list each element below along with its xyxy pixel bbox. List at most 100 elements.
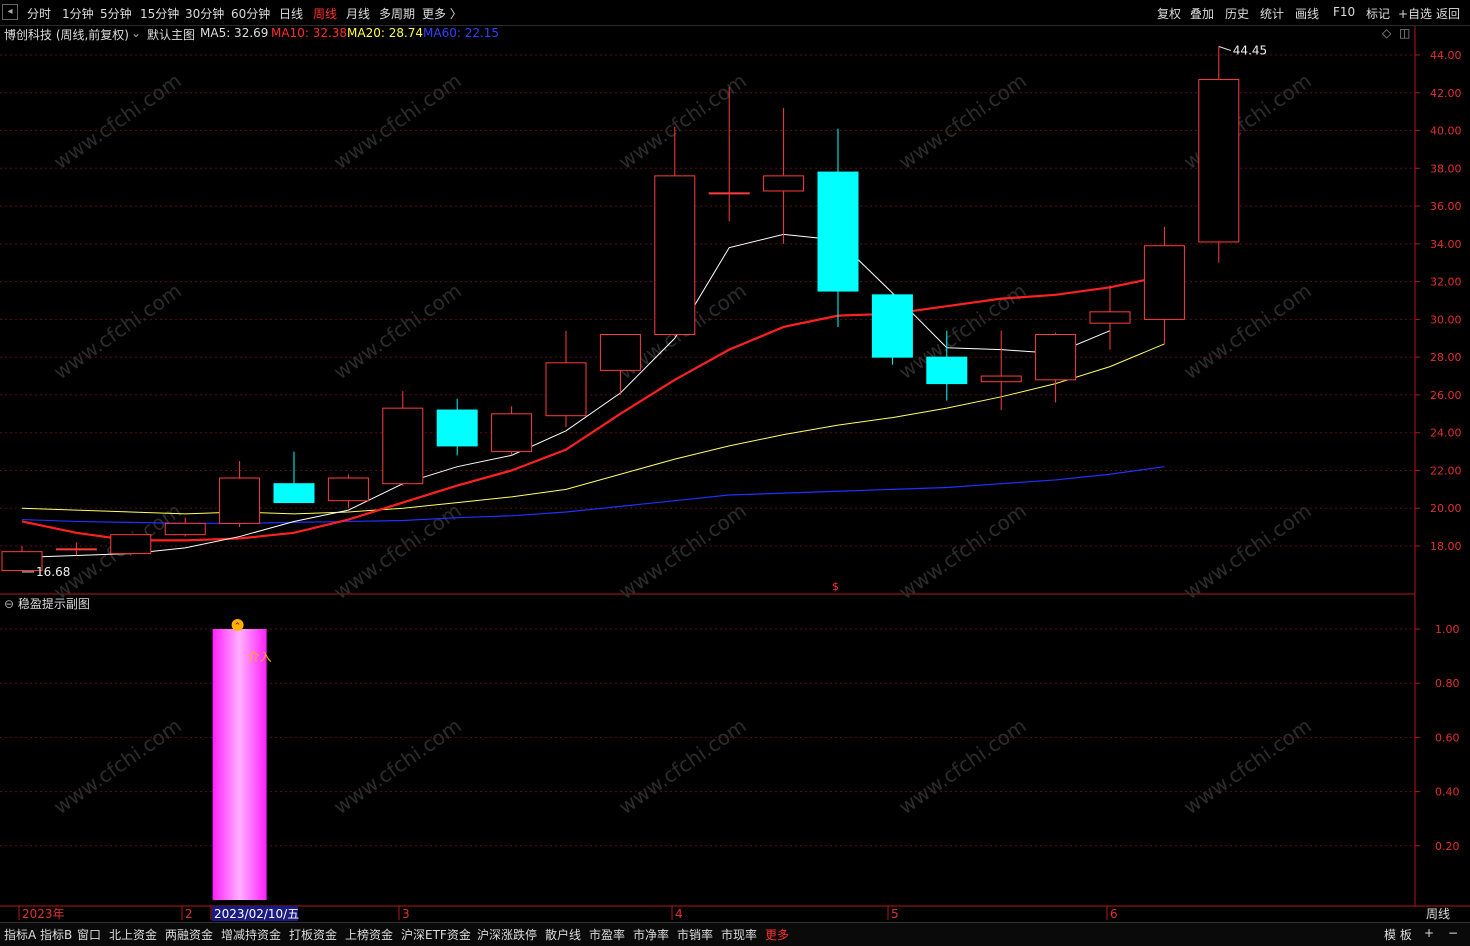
indicator-tab-7[interactable]: 上榜资金 [345,926,393,943]
bottom-indicator-bar: 指标A 指标B 窗口 北上资金 两融资金 增减持资金 打板资金 上榜资金 沪深ETF资金 沪深涨跌… [0,922,1470,946]
chart-area[interactable]: www.cfchi.com www.cfchi.com www.cfchi.com w… [0,0,1470,945]
watermark-text: www.cfchi.com [329,68,466,174]
low-price-label: 16.68 [36,565,70,579]
candle-body [817,171,859,292]
watermark-text: www.cfchi.com [894,713,1031,819]
x-tick-label: 2 [185,907,193,921]
indicator-tab-11[interactable]: 市盈率 [589,926,625,943]
candle-body [164,522,206,536]
subchart-title-row: ⊖ 稳盈提示副图 [4,595,90,612]
signal-marker-glyph: ⌃ [234,622,242,632]
indicator-tab-13[interactable]: 市销率 [677,926,713,943]
candle-body [871,294,913,358]
watermark-text: www.cfchi.com [329,713,466,819]
sub-y-tick-label: 0.20 [1435,840,1460,853]
signal-bar [212,629,267,900]
high-pointer [1218,46,1231,51]
indicator-tab-1[interactable]: 指标B [40,926,72,943]
candle-body [55,548,97,551]
y-tick-label: 28.00 [1430,351,1462,364]
candle-body [110,534,152,555]
candle-body [436,409,478,447]
y-tick-label: 32.00 [1430,276,1462,289]
y-tick-label: 18.00 [1430,540,1462,553]
watermark-text: www.cfchi.com [614,713,751,819]
bottom-control-1[interactable]: + [1424,926,1434,940]
indicator-tab-0[interactable]: 指标A [4,926,36,943]
indicator-tab-8[interactable]: 沪深ETF资金 [401,926,471,943]
bottom-control-2[interactable]: − [1448,926,1458,940]
candle-body [1089,311,1131,324]
y-tick-label: 42.00 [1430,87,1462,100]
y-tick-label: 24.00 [1430,427,1462,440]
y-tick-label: 40.00 [1430,125,1462,138]
watermark-text: www.cfchi.com [894,498,1031,604]
candle-body [219,477,261,524]
subchart-title: 稳盈提示副图 [17,597,90,611]
candle [55,542,97,556]
candle [1035,332,1077,403]
candle [763,107,805,244]
candle-body [545,362,587,417]
x-tick-label: 5 [891,907,899,921]
indicator-tab-5[interactable]: 增减持资金 [221,926,281,943]
x-tick-label: 2023年 [22,907,65,921]
high-price-label: 44.45 [1233,44,1267,58]
y-tick-label: 44.00 [1430,49,1462,62]
y-tick-label: 20.00 [1430,502,1462,515]
indicator-tab-6[interactable]: 打板资金 [289,926,337,943]
candle-body [1143,245,1185,320]
candle-body [1035,333,1077,381]
indicator-tab-10[interactable]: 散户线 [545,926,581,943]
candle-body [491,413,533,453]
signal-label: 介入 [248,650,272,664]
indicator-tab-4[interactable]: 两融资金 [165,926,213,943]
watermark-text: www.cfchi.com [49,278,186,384]
sub-y-tick-label: 0.60 [1435,731,1460,744]
watermark-text: www.cfchi.com [49,713,186,819]
candle-body [763,175,805,192]
y-tick-label: 36.00 [1430,200,1462,213]
watermark-text: www.cfchi.com [329,278,466,384]
candle [654,126,696,337]
candle [817,128,859,327]
x-tick-label: 6 [1110,907,1118,921]
candle [1198,46,1240,263]
watermark-text: www.cfchi.com [614,498,751,604]
candle [110,534,152,556]
candle-body [273,483,315,504]
candle-body [382,407,424,485]
indicator-tab-3[interactable]: 北上资金 [109,926,157,943]
candle [436,398,478,456]
watermark-text: www.cfchi.com [614,68,751,174]
x-tick-label: 4 [675,907,683,921]
indicator-tab-9[interactable]: 沪深涨跌停 [477,926,537,943]
y-tick-label: 34.00 [1430,238,1462,251]
candle [599,333,641,395]
candle [273,451,315,504]
indicator-tab-14[interactable]: 市现率 [721,926,757,943]
candle-body [926,356,968,385]
event-marker-icon: $ [832,580,839,593]
watermark-text: www.cfchi.com [49,68,186,174]
subchart-toggle-icon[interactable]: ⊖ [4,597,14,611]
candle-body [980,375,1022,383]
candle [980,330,1022,411]
watermark-text: www.cfchi.com [894,68,1031,174]
sub-y-tick-label: 0.40 [1435,786,1460,799]
indicator-tab-12[interactable]: 市净率 [633,926,669,943]
candle [382,391,424,486]
candle [491,406,533,456]
candle [545,330,587,428]
watermark-text: www.cfchi.com [1179,278,1316,384]
sub-y-tick-label: 0.80 [1435,677,1460,690]
watermark-text: www.cfchi.com [1179,498,1316,604]
candle-body [708,192,750,195]
watermark-text: www.cfchi.com [329,498,466,604]
bottom-control-0[interactable]: 模 板 [1384,926,1412,943]
ma20-line [21,343,1165,515]
indicator-tab-15[interactable]: 更多 [765,926,789,943]
candle-body [599,333,641,371]
candle-body [1198,79,1240,243]
indicator-tab-2[interactable]: 窗口 [77,926,101,943]
